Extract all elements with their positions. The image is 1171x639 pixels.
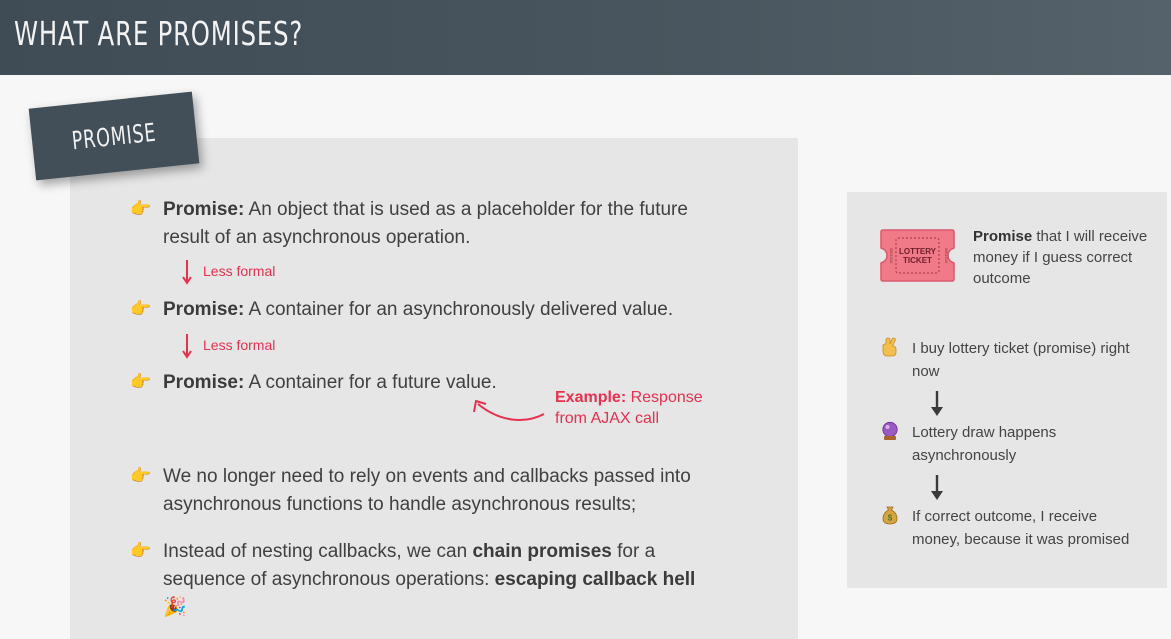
less-formal-label: Less formal xyxy=(203,263,276,279)
ticket-serial-right: 0001015 xyxy=(944,248,949,264)
bullet-bold: chain promises xyxy=(472,541,612,562)
example-bold: Example: xyxy=(555,389,627,406)
bullet-bold: escaping callback hell xyxy=(494,569,696,590)
pointing-hand-icon: 👉 xyxy=(130,541,152,560)
step-text: Lottery draw happens asynchronously xyxy=(912,424,1057,464)
bullet-text: Promise: A container for an asynchronous… xyxy=(163,296,723,324)
bullet-body: A container for an asynchronously delive… xyxy=(244,299,674,320)
down-arrow-icon xyxy=(182,260,192,285)
bullet-bold: Promise: xyxy=(163,299,245,320)
ticket-serial-left: 0001015 xyxy=(889,248,894,264)
step-text: If correct outcome, I receive money, bec… xyxy=(912,508,1130,548)
ticket-description: Promise that I will receive money if I g… xyxy=(973,226,1158,289)
ticket-bold: Promise xyxy=(973,228,1033,245)
pointing-hand-icon: 👉 xyxy=(130,372,152,391)
svg-text:$: $ xyxy=(888,514,893,523)
lottery-ticket-icon: LOTTERY TICKET 0001015 0001015 xyxy=(880,229,955,282)
pointing-hand-icon: 👉 xyxy=(130,466,152,485)
promise-tag-label: PROMISE xyxy=(70,117,158,155)
pointing-hand-icon: 👉 xyxy=(130,299,152,318)
ticket-line2: TICKET xyxy=(903,256,932,265)
step-text: I buy lottery ticket (promise) right now xyxy=(912,340,1130,380)
bullet-body: A container for a future value. xyxy=(244,372,497,393)
bullet-text: Instead of nesting callbacks, we can cha… xyxy=(163,538,723,622)
crossed-fingers-icon xyxy=(882,337,897,357)
down-arrow-icon xyxy=(931,475,943,500)
down-arrow-icon xyxy=(931,391,943,416)
bullet-bold: Promise: xyxy=(163,199,245,220)
bullet-text: We no longer need to rely on events and … xyxy=(163,466,691,515)
bullet-body: Instead of nesting callbacks, we can xyxy=(163,541,473,562)
bullet-bold: Promise: xyxy=(163,372,245,393)
crystal-ball-icon xyxy=(882,421,898,440)
down-arrow-icon xyxy=(182,334,192,359)
party-popper-icon: 🎉 xyxy=(163,597,187,618)
header-bar: WHAT ARE PROMISES? xyxy=(0,0,1171,75)
bullet-text: Promise: An object that is used as a pla… xyxy=(163,196,723,252)
pointing-hand-icon: 👉 xyxy=(130,199,152,218)
curved-arrow-icon xyxy=(473,399,545,421)
money-bag-icon: $ xyxy=(882,506,898,525)
ticket-line1: LOTTERY xyxy=(899,247,937,256)
example-note: Example: Response from AJAX call xyxy=(555,387,725,429)
less-formal-label: Less formal xyxy=(203,337,276,353)
page-title: WHAT ARE PROMISES? xyxy=(14,14,304,53)
